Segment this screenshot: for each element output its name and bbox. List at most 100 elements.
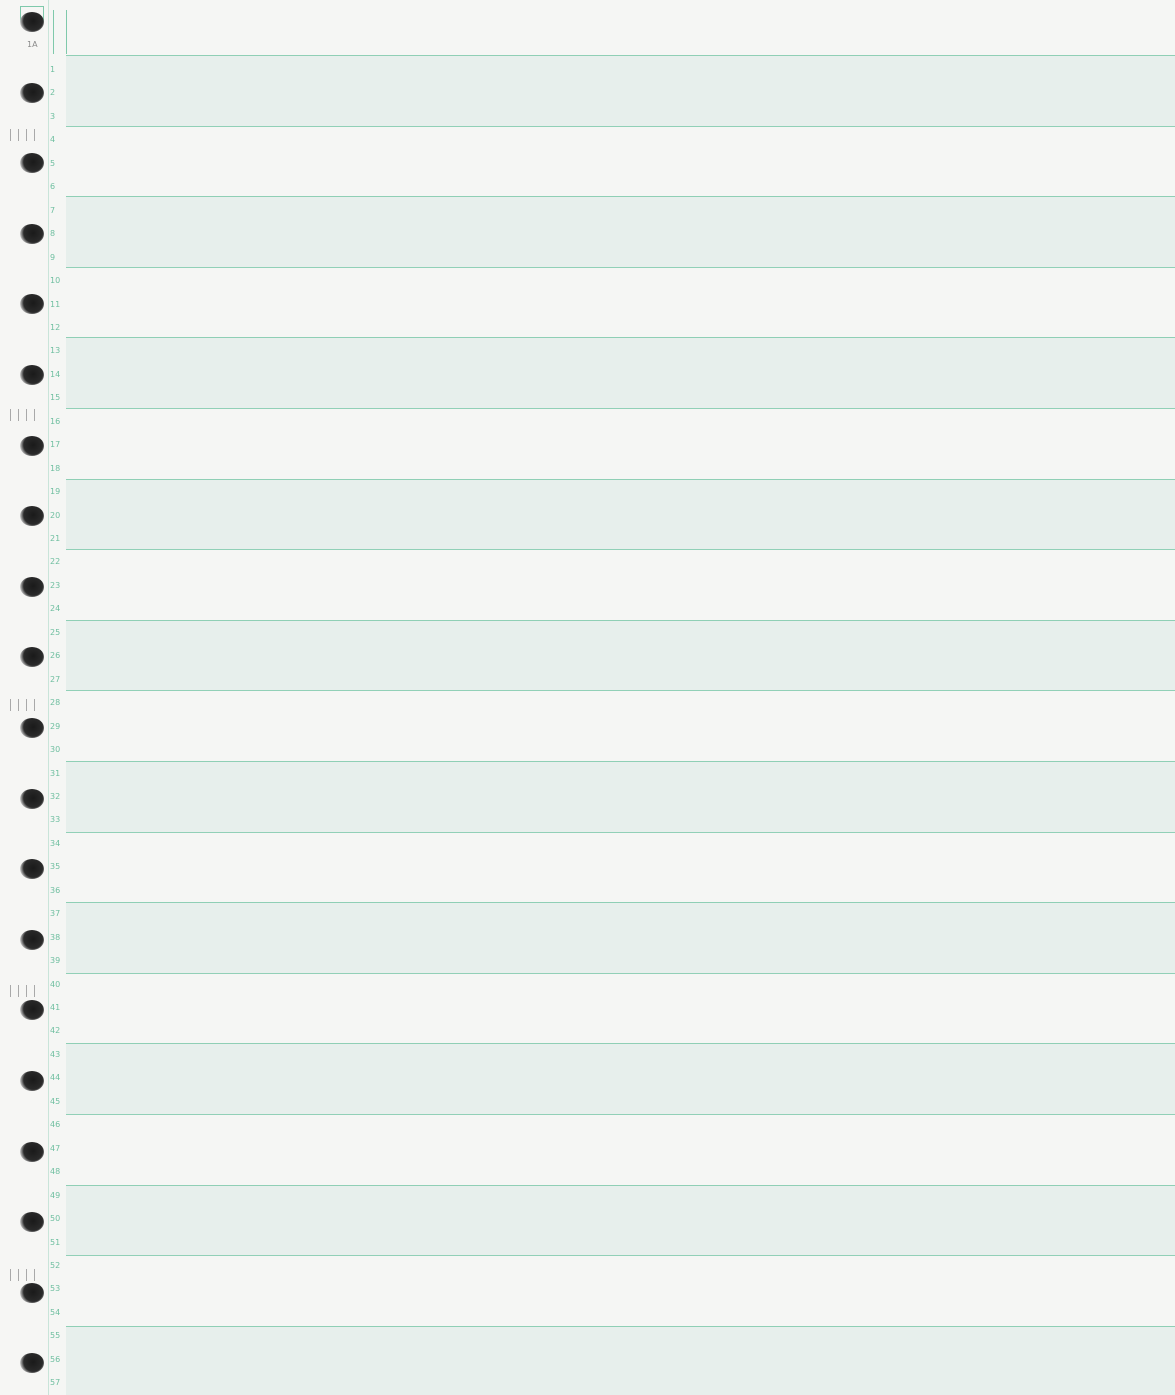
line-number: 48 — [50, 1167, 61, 1177]
tractor-hole — [20, 1141, 44, 1162]
line-number: 47 — [50, 1143, 61, 1153]
line-number: 39 — [50, 956, 61, 966]
line-number: 40 — [50, 979, 61, 989]
band-rule — [66, 902, 1175, 904]
line-number: 12 — [50, 322, 61, 332]
line-number: 6 — [50, 182, 56, 192]
band-rule — [66, 125, 1175, 127]
band-rule — [66, 55, 1175, 56]
line-number: 34 — [50, 838, 61, 848]
green-band — [66, 619, 1175, 691]
line-number: 27 — [50, 674, 61, 684]
band-rule — [66, 1184, 1175, 1186]
line-number: 55 — [50, 1331, 61, 1341]
line-number: 41 — [50, 1003, 61, 1012]
line-number: 14 — [50, 369, 61, 379]
green-band — [66, 196, 1175, 267]
line-number: 43 — [50, 1049, 61, 1059]
line-number: 16 — [50, 416, 61, 426]
perforation-mark — [10, 696, 44, 711]
tractor-hole — [20, 576, 44, 597]
perforation-mark — [10, 406, 44, 421]
band-rule — [66, 1255, 1175, 1257]
header-number-column — [53, 10, 67, 54]
line-number: 37 — [50, 909, 61, 919]
line-number: 42 — [50, 1026, 61, 1036]
line-number: 56 — [50, 1354, 61, 1364]
line-number: 4 — [50, 135, 56, 145]
band-rule — [66, 619, 1175, 621]
band-rule — [66, 337, 1175, 339]
line-number: 35 — [50, 862, 61, 872]
band-rule — [66, 408, 1175, 409]
perforation-mark — [10, 126, 44, 141]
tractor-hole — [20, 223, 44, 244]
line-number: 1 — [50, 65, 56, 74]
line-number: 46 — [50, 1120, 61, 1130]
line-number: 29 — [50, 721, 61, 731]
green-band — [66, 1325, 1175, 1395]
line-number: 24 — [50, 604, 61, 614]
line-number: 21 — [50, 534, 61, 543]
line-number: 9 — [50, 252, 56, 262]
line-number: 30 — [50, 745, 61, 755]
line-number: 25 — [50, 627, 61, 637]
line-number: 18 — [50, 463, 61, 473]
line-number: 45 — [50, 1096, 61, 1106]
tractor-hole — [20, 12, 44, 32]
tractor-hole — [20, 82, 44, 103]
green-band — [66, 902, 1175, 973]
band-rule — [66, 972, 1175, 974]
tractor-hole — [20, 1071, 44, 1091]
line-number: 7 — [50, 205, 56, 215]
line-number: 3 — [50, 111, 56, 121]
line-number: 23 — [50, 580, 61, 590]
band-rule — [66, 549, 1175, 551]
line-number: 51 — [50, 1237, 61, 1247]
line-number: 28 — [50, 698, 61, 708]
sheet-label: 1A — [27, 40, 38, 49]
band-rule — [66, 690, 1175, 692]
line-number: 54 — [50, 1307, 61, 1317]
green-band — [66, 337, 1175, 408]
perforation-mark — [10, 982, 44, 997]
line-number: 32 — [50, 791, 61, 801]
line-number: 44 — [50, 1073, 61, 1083]
line-number: 2 — [50, 88, 56, 98]
line-number: 13 — [50, 346, 61, 356]
line-number: 36 — [50, 885, 61, 895]
line-number: 50 — [50, 1214, 61, 1224]
band-rule — [66, 1043, 1175, 1045]
band-rule — [66, 1325, 1175, 1327]
tractor-hole — [20, 788, 44, 809]
tractor-hole — [20, 365, 44, 385]
band-rule — [66, 196, 1175, 198]
line-number: 8 — [50, 229, 56, 239]
line-number: 15 — [50, 393, 61, 403]
line-number: 10 — [50, 276, 61, 286]
line-number: 38 — [50, 932, 61, 942]
line-number: 52 — [50, 1260, 61, 1270]
tractor-hole — [20, 435, 44, 456]
green-band — [66, 55, 1175, 126]
green-band — [66, 1043, 1175, 1114]
line-number: 33 — [50, 815, 61, 825]
band-rule — [66, 1114, 1175, 1115]
green-band — [66, 761, 1175, 832]
line-number: 31 — [50, 768, 61, 778]
line-number: 53 — [50, 1284, 61, 1294]
band-rule — [66, 266, 1175, 268]
tractor-hole — [20, 929, 44, 950]
band-rule — [66, 761, 1175, 762]
line-number: 26 — [50, 651, 61, 661]
line-number: 17 — [50, 440, 61, 450]
line-number: 49 — [50, 1190, 61, 1200]
line-number: 20 — [50, 510, 61, 520]
line-number: 57 — [50, 1378, 61, 1388]
line-number: 11 — [50, 299, 61, 309]
perforation-mark — [10, 1266, 44, 1281]
tractor-hole — [20, 718, 44, 738]
printer-paper: 1A 1 2 3 4 5 6 7 8 9 10 11 12 13 14 15 16 17 18 19 20 21 22 23… — [0, 0, 1175, 1395]
line-number: 22 — [50, 557, 61, 567]
green-band — [66, 1184, 1175, 1256]
